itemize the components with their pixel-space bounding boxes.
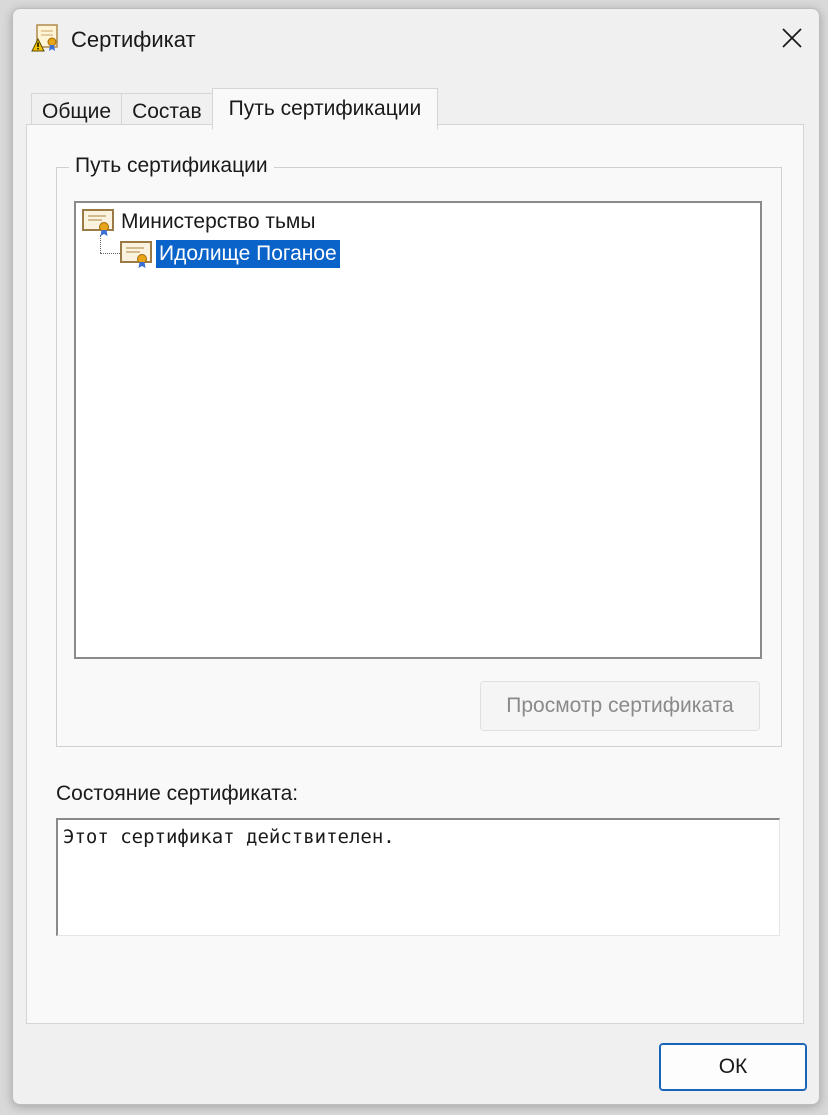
tab-certification-path[interactable]: Путь сертификации <box>211 88 439 130</box>
certificate-status-label: Состояние сертификата: <box>56 782 299 805</box>
close-button[interactable] <box>775 21 809 55</box>
ok-button[interactable]: ОК <box>659 1043 807 1091</box>
tree-item-label: Министерство тьмы <box>121 210 316 233</box>
window-title: Сертификат <box>71 27 196 52</box>
title-bar[interactable]: Сертификат <box>13 9 819 75</box>
certificate-status-text[interactable]: Этот сертификат действителен. <box>56 818 780 936</box>
view-certificate-button[interactable]: Просмотр сертификата <box>480 681 760 731</box>
certificate-icon <box>82 209 114 236</box>
certificate-warning-icon <box>31 24 58 52</box>
close-icon <box>782 28 802 48</box>
tree-item-root[interactable]: Министерство тьмы <box>82 207 318 237</box>
certificate-dialog: Сертификат Общие Состав Путь сертификаци… <box>12 8 820 1105</box>
tab-panel: Путь сертификации Министерство тьмы Идол… <box>26 124 804 1024</box>
tree-item-label-selected: Идолище Поганое <box>156 240 340 268</box>
tree-item-child[interactable]: Идолище Поганое <box>120 239 340 269</box>
certification-path-group: Путь сертификации Министерство тьмы Идол… <box>56 154 782 747</box>
certificate-icon <box>120 241 152 268</box>
tree-connector-vertical <box>100 235 101 253</box>
certificate-tree[interactable]: Министерство тьмы Идолище Поганое <box>74 201 762 659</box>
tree-connector-horizontal <box>100 253 120 254</box>
tab-strip: Общие Состав Путь сертификации <box>31 87 439 130</box>
group-label: Путь сертификации <box>69 154 274 178</box>
